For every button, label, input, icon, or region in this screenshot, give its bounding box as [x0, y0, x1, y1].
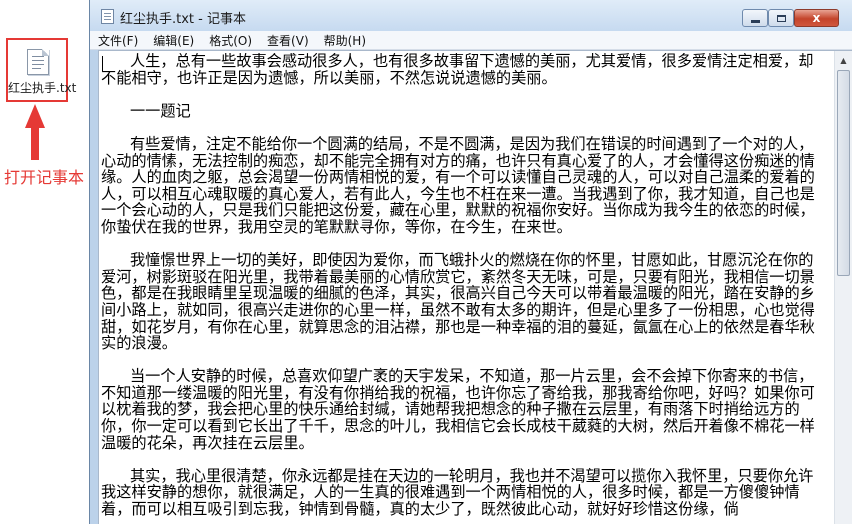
text-area[interactable]: 人生，总有一些故事会感动很多人，也有很多故事留下遗憾的美丽，尤其爱情，很多爱情注…: [101, 53, 819, 524]
annotation-label: 打开记事本: [4, 168, 85, 187]
close-icon: x: [812, 11, 821, 25]
menu-bar: 文件(F) 编辑(E) 格式(O) 查看(V) 帮助(H): [90, 31, 852, 50]
text-file-icon[interactable]: [27, 49, 49, 75]
notepad-window: 红尘执手.txt - 记事本 x 文件(F) 编辑(E) 格式(O) 查看(V)…: [89, 0, 852, 524]
annotation-arrow-icon: [25, 104, 45, 160]
desktop-file-highlight[interactable]: 红尘执手.txt: [6, 38, 76, 102]
title-bar[interactable]: 红尘执手.txt - 记事本 x: [90, 0, 852, 31]
menu-edit[interactable]: 编辑(E): [145, 32, 201, 49]
scrollbar-thumb[interactable]: [837, 70, 850, 276]
text-caret: [102, 56, 103, 71]
arrow-up-icon: ▲: [840, 55, 847, 65]
menu-file[interactable]: 文件(F): [90, 32, 145, 49]
maximize-button[interactable]: [768, 9, 794, 27]
document-text[interactable]: 人生，总有一些故事会感动很多人，也有很多故事留下遗憾的美丽，尤其爱情，很多爱情注…: [101, 53, 819, 518]
text-editor[interactable]: 人生，总有一些故事会感动很多人，也有很多故事留下遗憾的美丽，尤其爱情，很多爱情注…: [98, 50, 852, 524]
maximize-icon: [776, 14, 786, 22]
menu-format[interactable]: 格式(O): [201, 32, 259, 49]
menu-help[interactable]: 帮助(H): [316, 32, 373, 49]
vertical-scrollbar[interactable]: ▲: [834, 51, 852, 524]
minimize-icon: [750, 19, 760, 23]
desktop: 红尘执手.txt 打开记事本: [0, 0, 90, 524]
close-button[interactable]: x: [794, 9, 839, 27]
menu-view[interactable]: 查看(V): [259, 32, 316, 49]
scroll-up-button[interactable]: ▲: [836, 52, 851, 68]
window-title: 红尘执手.txt - 记事本: [120, 12, 246, 27]
notepad-app-icon[interactable]: [101, 9, 114, 24]
desktop-file-label[interactable]: 红尘执手.txt: [8, 79, 76, 96]
minimize-button[interactable]: [742, 9, 768, 27]
